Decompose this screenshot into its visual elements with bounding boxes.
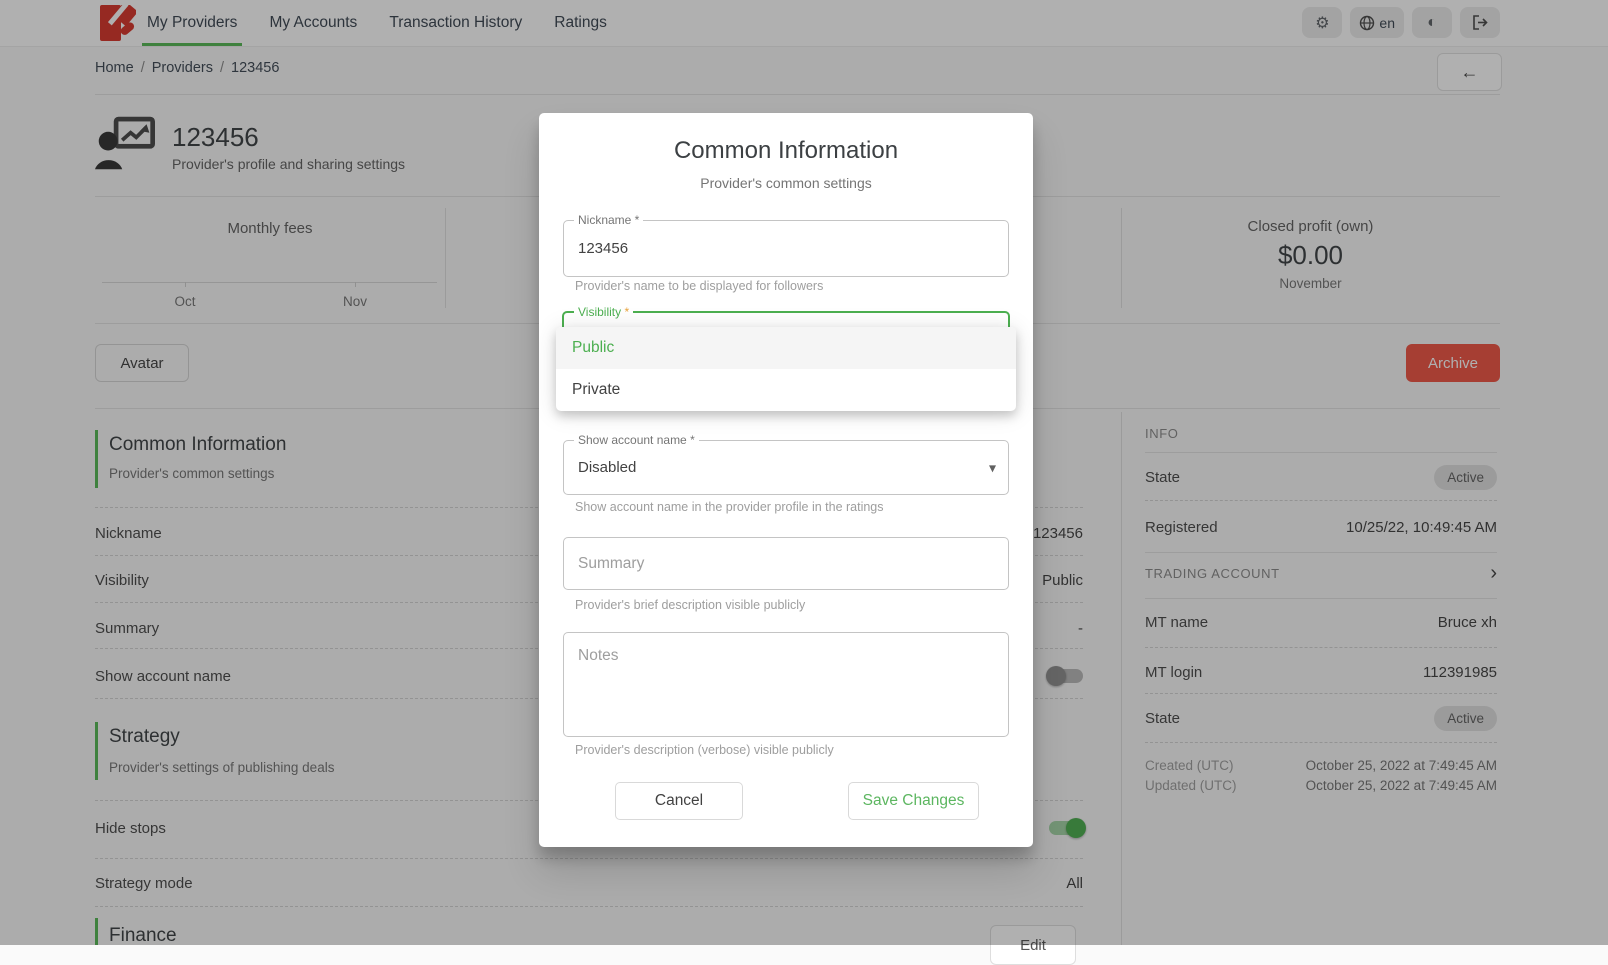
nickname-field-value: 123456 bbox=[578, 221, 628, 276]
nickname-helper-text: Provider's name to be displayed for foll… bbox=[575, 279, 1005, 293]
modal-subtitle: Provider's common settings bbox=[539, 175, 1033, 191]
cancel-button[interactable]: Cancel bbox=[615, 782, 743, 820]
notes-helper-text: Provider's description (verbose) visible… bbox=[575, 743, 1005, 757]
required-asterisk: * bbox=[624, 305, 629, 319]
show-account-name-value: Disabled bbox=[578, 441, 636, 494]
nickname-field[interactable]: Nickname * 123456 bbox=[563, 220, 1009, 277]
visibility-label-text: Visibility bbox=[578, 305, 621, 319]
save-changes-button[interactable]: Save Changes bbox=[848, 782, 979, 820]
visibility-dropdown-menu: Public Private bbox=[556, 327, 1016, 411]
common-information-modal: Common Information Provider's common set… bbox=[539, 113, 1033, 847]
show-account-name-helper-text: Show account name in the provider profil… bbox=[575, 500, 1005, 514]
visibility-field-label: Visibility * bbox=[574, 305, 633, 319]
notes-field bbox=[563, 632, 1009, 737]
summary-helper-text: Provider's brief description visible pub… bbox=[575, 598, 1005, 612]
summary-input[interactable] bbox=[564, 538, 1008, 589]
modal-title: Common Information bbox=[539, 137, 1033, 165]
caret-down-icon[interactable]: ▾ bbox=[989, 459, 996, 476]
dropdown-option-public[interactable]: Public bbox=[556, 327, 1016, 369]
notes-textarea[interactable] bbox=[564, 633, 1008, 736]
summary-field bbox=[563, 537, 1009, 590]
dropdown-option-private[interactable]: Private bbox=[556, 369, 1016, 411]
show-account-name-select[interactable]: Show account name * Disabled ▾ bbox=[563, 440, 1009, 495]
